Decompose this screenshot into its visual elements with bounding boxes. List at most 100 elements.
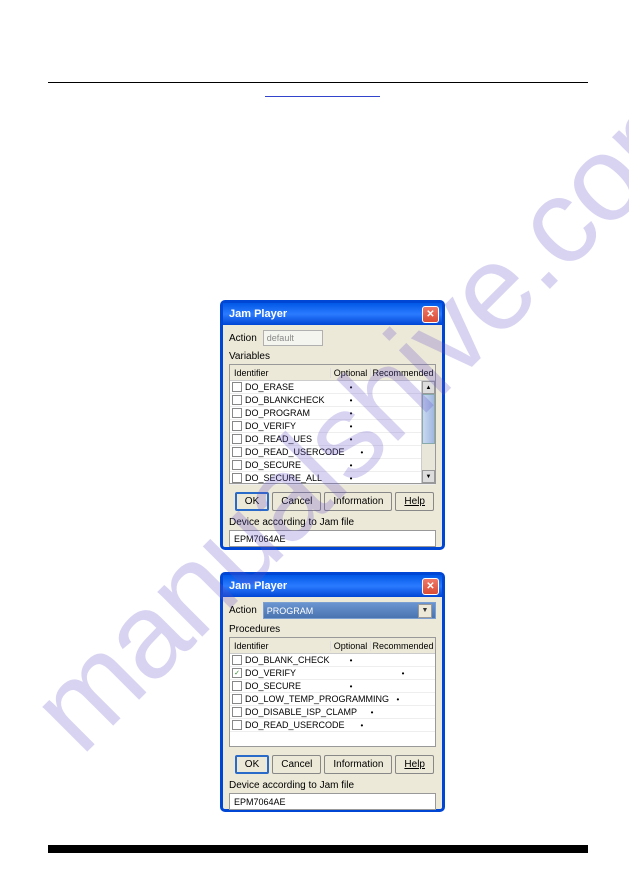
- close-icon[interactable]: ✕: [422, 578, 439, 595]
- header-underlined-link: [265, 95, 380, 97]
- information-button[interactable]: Information: [324, 755, 392, 774]
- table-row: DO_SECURE •: [230, 680, 435, 693]
- checkbox[interactable]: [232, 447, 242, 457]
- header-optional: Optional: [331, 368, 371, 378]
- row-optional: •: [331, 461, 371, 470]
- action-select-value: PROGRAM: [267, 606, 314, 616]
- table-row: DO_DISABLE_ISP_CLAMP•: [230, 706, 435, 719]
- titlebar: Jam Player ✕: [223, 303, 442, 325]
- checkbox[interactable]: [232, 707, 242, 717]
- header-recommended: Recommended: [371, 368, 435, 378]
- device-input[interactable]: [229, 793, 436, 810]
- header-divider: [48, 82, 588, 83]
- checkbox[interactable]: [232, 473, 242, 483]
- row-optional: •: [331, 422, 371, 431]
- row-identifier: DO_READ_USERCODE: [245, 447, 345, 457]
- row-identifier: DO_READ_UES: [245, 434, 312, 444]
- table-header-row: Identifier Optional Recommended: [230, 638, 435, 654]
- checkbox[interactable]: [232, 720, 242, 730]
- row-identifier: DO_SECURE: [245, 460, 301, 470]
- checkbox[interactable]: [232, 460, 242, 470]
- device-label: Device according to Jam file: [229, 517, 436, 528]
- table-row: DO_PROGRAM •: [230, 407, 435, 420]
- ok-button[interactable]: OK: [235, 492, 269, 511]
- table-row: DO_READ_USERCODE•: [230, 446, 435, 459]
- table-row: DO_SECURE_ALL •: [230, 472, 435, 485]
- dialog-title: Jam Player: [229, 580, 287, 592]
- ok-button[interactable]: OK: [235, 755, 269, 774]
- variables-table: Identifier Optional Recommended DO_ERASE…: [229, 364, 436, 484]
- row-optional: •: [331, 435, 371, 444]
- row-identifier: DO_BLANKCHECK: [245, 395, 325, 405]
- row-identifier: DO_BLANK_CHECK: [245, 655, 330, 665]
- table-row: DO_ERASE •: [230, 381, 435, 394]
- checkbox[interactable]: [232, 421, 242, 431]
- action-label: Action: [229, 333, 257, 344]
- action-select[interactable]: PROGRAM ▼: [263, 602, 436, 619]
- row-identifier: DO_VERIFY: [245, 421, 296, 431]
- table-row: DO_VERIFY •: [230, 420, 435, 433]
- scrollbar[interactable]: ▲ ▼: [421, 381, 435, 483]
- row-optional: •: [331, 682, 371, 691]
- checkbox[interactable]: [232, 382, 242, 392]
- row-optional: •: [331, 409, 371, 418]
- table-row: ✓DO_VERIFY •: [230, 667, 435, 680]
- row-optional: •: [357, 708, 387, 717]
- table-row: DO_READ_USERCODE•: [230, 719, 435, 732]
- row-identifier: DO_ERASE: [245, 382, 294, 392]
- table-row: DO_READ_UES •: [230, 433, 435, 446]
- help-button[interactable]: Help: [395, 755, 434, 774]
- row-identifier: DO_PROGRAM: [245, 408, 310, 418]
- row-identifier: DO_DISABLE_ISP_CLAMP: [245, 707, 357, 717]
- checkbox[interactable]: [232, 681, 242, 691]
- procedures-table: Identifier Optional Recommended DO_BLANK…: [229, 637, 436, 747]
- row-optional: •: [345, 448, 380, 457]
- variables-label: Variables: [229, 351, 436, 362]
- checkbox[interactable]: [232, 655, 242, 665]
- jam-player-dialog-2: Jam Player ✕ Action PROGRAM ▼ Procedures…: [220, 572, 445, 812]
- procedures-label: Procedures: [229, 624, 436, 635]
- row-identifier: DO_READ_USERCODE: [245, 720, 345, 730]
- row-optional: •: [331, 656, 371, 665]
- cancel-button[interactable]: Cancel: [272, 755, 321, 774]
- row-optional: •: [331, 396, 371, 405]
- checkbox[interactable]: [232, 408, 242, 418]
- header-recommended: Recommended: [371, 641, 435, 651]
- device-label: Device according to Jam file: [229, 780, 436, 791]
- information-button[interactable]: Information: [324, 492, 392, 511]
- row-optional: •: [331, 474, 371, 483]
- titlebar: Jam Player ✕: [223, 575, 442, 597]
- row-optional: •: [331, 383, 371, 392]
- table-row: DO_BLANKCHECK •: [230, 394, 435, 407]
- row-recommended: •: [371, 669, 435, 678]
- close-icon[interactable]: ✕: [422, 306, 439, 323]
- row-identifier: DO_SECURE_ALL: [245, 473, 322, 483]
- row-optional: •: [345, 721, 380, 730]
- row-identifier: DO_LOW_TEMP_PROGRAMMING: [245, 694, 389, 704]
- table-row: DO_SECURE •: [230, 459, 435, 472]
- row-optional: •: [389, 695, 407, 704]
- table-row: DO_LOW_TEMP_PROGRAMMING•: [230, 693, 435, 706]
- row-identifier: DO_SECURE: [245, 681, 301, 691]
- scroll-up-icon[interactable]: ▲: [422, 381, 435, 394]
- table-header-row: Identifier Optional Recommended: [230, 365, 435, 381]
- device-input[interactable]: [229, 530, 436, 547]
- checkbox[interactable]: ✓: [232, 668, 242, 678]
- checkbox[interactable]: [232, 434, 242, 444]
- table-row: DO_BLANK_CHECK•: [230, 654, 435, 667]
- header-identifier: Identifier: [230, 641, 331, 651]
- help-button[interactable]: Help: [395, 492, 434, 511]
- chevron-down-icon[interactable]: ▼: [418, 604, 432, 618]
- header-identifier: Identifier: [230, 368, 331, 378]
- checkbox[interactable]: [232, 694, 242, 704]
- action-label: Action: [229, 605, 257, 616]
- row-identifier: DO_VERIFY: [245, 668, 296, 678]
- scroll-down-icon[interactable]: ▼: [422, 470, 435, 483]
- jam-player-dialog-1: Jam Player ✕ Action Variables Identifier…: [220, 300, 445, 550]
- cancel-button[interactable]: Cancel: [272, 492, 321, 511]
- action-input[interactable]: [263, 330, 323, 346]
- footer-bar: [48, 845, 588, 853]
- header-optional: Optional: [331, 641, 371, 651]
- scroll-thumb[interactable]: [422, 394, 435, 444]
- checkbox[interactable]: [232, 395, 242, 405]
